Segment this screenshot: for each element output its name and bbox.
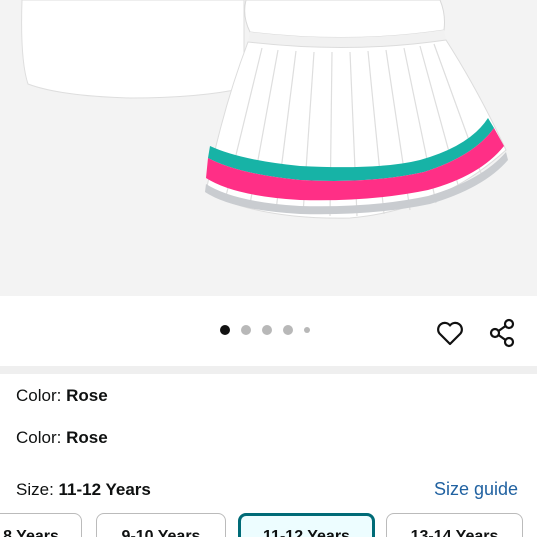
color-row: Color: Rose <box>16 386 108 406</box>
size-row: Size: 11-12 Years <box>16 480 151 500</box>
carousel-dot-4[interactable] <box>283 325 293 335</box>
share-button[interactable] <box>488 318 518 348</box>
color-label: Color: <box>16 428 67 447</box>
size-options: 8 Years 9-10 Years 11-12 Years 13-14 Yea… <box>0 513 537 537</box>
skirt-set-photo <box>21 0 508 219</box>
section-divider <box>0 366 537 374</box>
size-guide-link[interactable]: Size guide <box>434 479 518 500</box>
favorite-button[interactable] <box>435 318 465 348</box>
carousel-dot-5[interactable] <box>304 327 310 333</box>
size-option[interactable]: 8 Years <box>0 513 82 537</box>
share-icon <box>489 318 515 348</box>
size-option[interactable]: 13-14 Years <box>386 513 523 537</box>
carousel-dot-1[interactable] <box>220 325 230 335</box>
carousel-controls <box>0 296 537 366</box>
size-value: 11-12 Years <box>58 480 151 499</box>
size-label: Size: <box>16 480 59 499</box>
color-row-secondary: Color: Rose <box>16 428 108 448</box>
carousel-dot-3[interactable] <box>262 325 272 335</box>
carousel-dot-2[interactable] <box>241 325 251 335</box>
color-value: Rose <box>66 386 108 405</box>
size-option[interactable]: 9-10 Years <box>96 513 226 537</box>
carousel-dots <box>220 325 310 335</box>
heart-icon <box>437 321 463 346</box>
product-image[interactable] <box>0 0 537 296</box>
color-value: Rose <box>66 428 108 447</box>
color-label: Color: <box>16 386 67 405</box>
size-option-selected[interactable]: 11-12 Years <box>238 513 375 537</box>
